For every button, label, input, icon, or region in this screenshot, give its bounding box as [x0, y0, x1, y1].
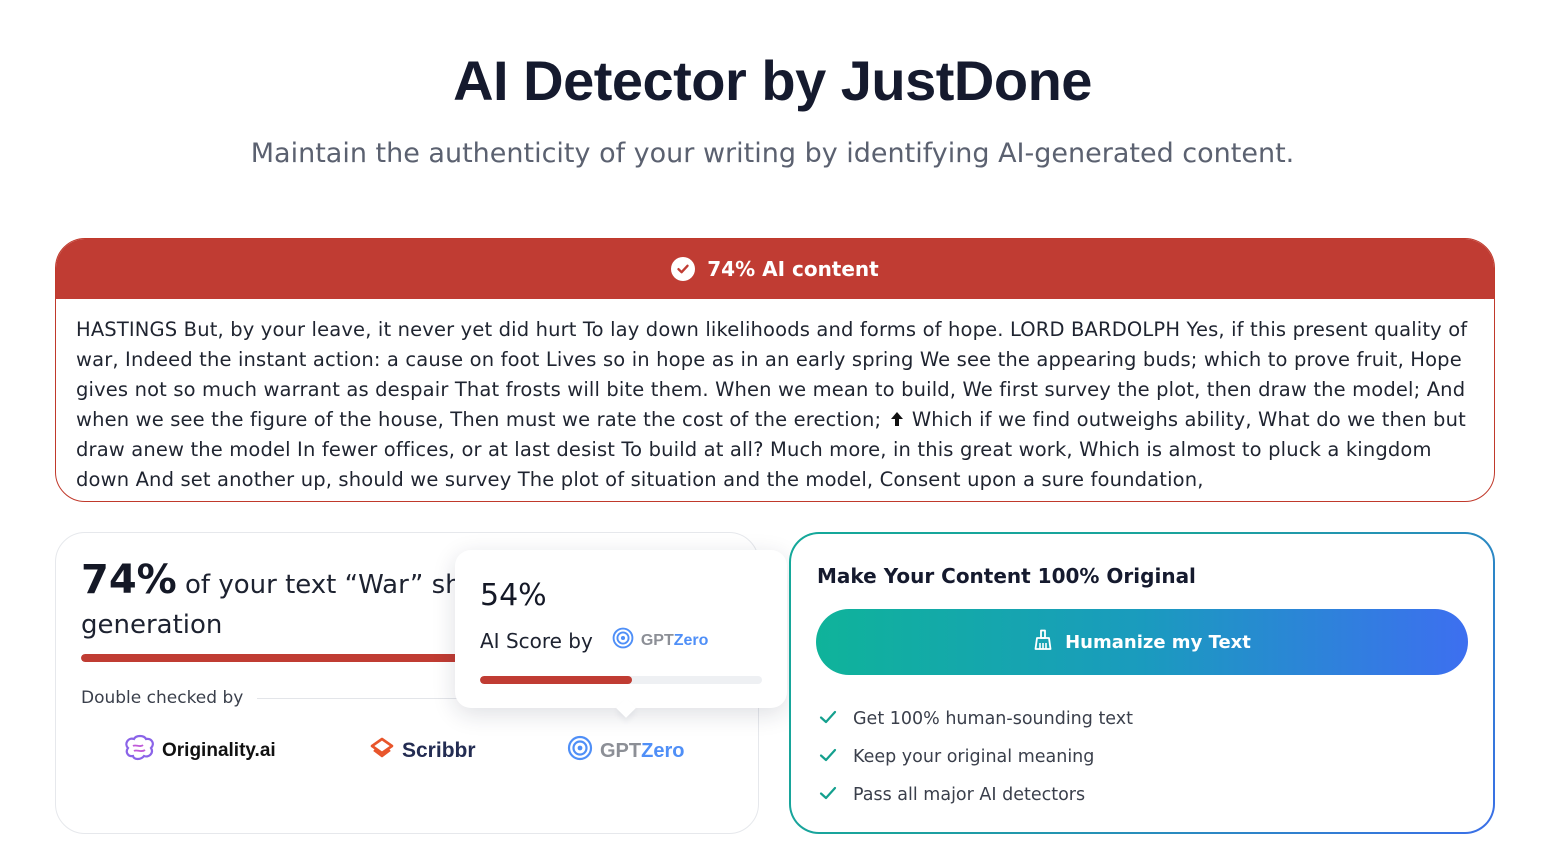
- scribbr-icon: [368, 736, 396, 766]
- originality-logo: Originality.ai: [122, 733, 276, 769]
- page-subtitle: Maintain the authenticity of your writin…: [250, 138, 1295, 169]
- humanize-cta-card: Make Your Content 100% Original Humanize…: [789, 532, 1495, 834]
- benefit-label: Keep your original meaning: [853, 747, 1095, 767]
- score-text: of your text “War” sh: [176, 570, 462, 600]
- originality-logo-text: Originality.ai: [162, 740, 276, 761]
- scribbr-logo-text: Scribbr: [402, 739, 476, 762]
- broom-icon: [1033, 629, 1053, 656]
- brain-icon: [122, 734, 156, 768]
- tooltip-gptzero-text-a: GPT: [640, 631, 674, 649]
- check-circle-icon: [671, 257, 696, 281]
- tooltip-score-source: AI Score by GPTZero: [480, 626, 708, 655]
- gptzero-logo: GPTZero: [566, 733, 684, 769]
- benefit-item: Keep your original meaning: [819, 738, 1133, 776]
- ai-content-banner: 74% AI content: [56, 239, 1494, 299]
- tooltip-score-percent: 54%: [480, 578, 547, 613]
- scribbr-logo: Scribbr: [368, 733, 476, 769]
- tooltip-progress-fill: [480, 676, 633, 684]
- check-icon: [819, 747, 837, 767]
- check-icon: [819, 785, 837, 805]
- tooltip-gptzero-logo: GPTZero: [611, 626, 709, 655]
- cta-title: Make Your Content 100% Original: [817, 564, 1196, 588]
- benefit-label: Get 100% human-sounding text: [853, 709, 1133, 729]
- double-checked-label: Double checked by: [81, 688, 244, 708]
- tooltip-by-label: AI Score by: [480, 628, 593, 653]
- ai-content-label: 74% AI content: [707, 257, 879, 281]
- gptzero-icon: [611, 626, 635, 655]
- checker-logos: Originality.ai Scribbr GPTZero: [56, 733, 758, 769]
- score-text-line2: generation: [81, 610, 223, 640]
- analyzed-text: HASTINGS But, by your leave, it never ye…: [56, 299, 1494, 501]
- benefit-item: Get 100% human-sounding text: [819, 700, 1133, 738]
- benefit-item: Pass all major AI detectors: [819, 776, 1133, 814]
- tooltip-gptzero-text-b: Zero: [673, 631, 709, 649]
- arrow-up-icon: [888, 407, 906, 426]
- gptzero-text-b: Zero: [641, 739, 685, 762]
- humanize-button-label: Humanize my Text: [1065, 631, 1251, 653]
- score-percent: 74%: [81, 557, 177, 603]
- benefit-label: Pass all major AI detectors: [853, 785, 1086, 805]
- gptzero-text-a: GPT: [600, 739, 642, 762]
- page-title: AI Detector by JustDone: [453, 49, 1092, 112]
- check-icon: [819, 709, 837, 729]
- result-panel: 74% AI content HASTINGS But, by your lea…: [55, 238, 1495, 502]
- benefits-list: Get 100% human-sounding text Keep your o…: [819, 700, 1133, 814]
- tooltip-progress-bar: [480, 676, 762, 684]
- gptzero-icon: [566, 734, 594, 768]
- gptzero-score-tooltip: 54% AI Score by GPTZero: [455, 550, 787, 708]
- humanize-button[interactable]: Humanize my Text: [816, 609, 1468, 675]
